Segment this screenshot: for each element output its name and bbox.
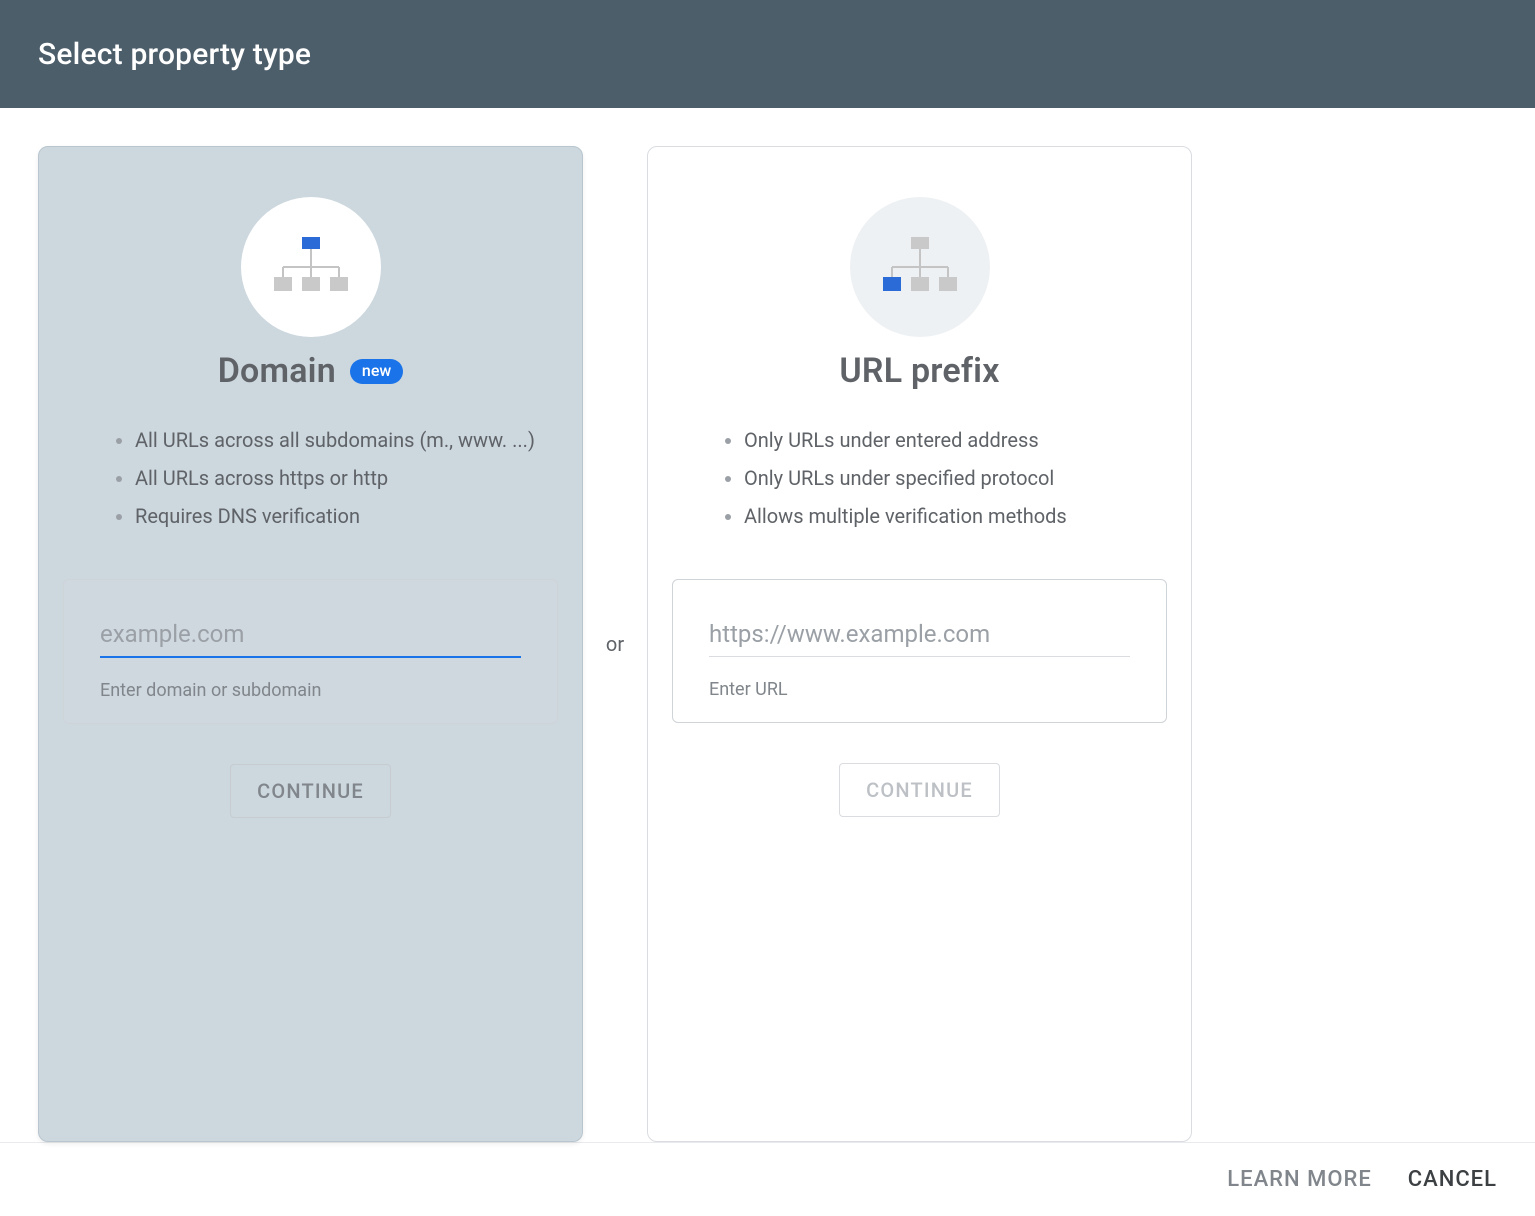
cancel-button[interactable]: CANCEL [1408,1167,1497,1192]
dialog-header: Select property type [0,0,1535,108]
url-prefix-property-card[interactable]: URL prefix Only URLs under entered addre… [647,146,1192,1142]
url-card-title-row: URL prefix [839,351,999,391]
list-item: Requires DNS verification [135,501,542,531]
list-item: Only URLs under entered address [744,425,1151,455]
url-input-helper: Enter URL [709,679,1130,700]
list-item: All URLs across all subdomains (m., www.… [135,425,542,455]
domain-bullets: All URLs across all subdomains (m., www.… [63,425,558,539]
list-item: Only URLs under specified protocol [744,463,1151,493]
url-bullets: Only URLs under entered address Only URL… [672,425,1167,539]
dialog-title: Select property type [38,37,311,72]
domain-input-box: Enter domain or subdomain [63,579,558,724]
url-input-box: Enter URL [672,579,1167,723]
domain-card-title-row: Domain new [218,351,404,391]
learn-more-button[interactable]: LEARN MORE [1227,1167,1372,1192]
domain-card-title: Domain [218,351,336,391]
url-input[interactable] [709,614,1130,654]
url-prefix-icon [850,197,990,337]
dialog-footer: LEARN MORE CANCEL [0,1142,1535,1216]
select-property-type-dialog: Select property type Domain [0,0,1535,1216]
domain-continue-button[interactable]: CONTINUE [230,764,391,818]
or-separator: or [583,146,647,1142]
domain-input[interactable] [100,614,521,654]
domain-property-card[interactable]: Domain new All URLs across all subdomain… [38,146,583,1142]
input-underline [100,656,521,658]
input-underline [709,656,1130,657]
domain-input-helper: Enter domain or subdomain [100,680,521,701]
list-item: Allows multiple verification methods [744,501,1151,531]
url-card-title: URL prefix [839,351,999,391]
url-continue-button[interactable]: CONTINUE [839,763,1000,817]
domain-icon [241,197,381,337]
dialog-body: Domain new All URLs across all subdomain… [0,108,1535,1142]
list-item: All URLs across https or http [135,463,542,493]
new-badge: new [350,359,403,384]
